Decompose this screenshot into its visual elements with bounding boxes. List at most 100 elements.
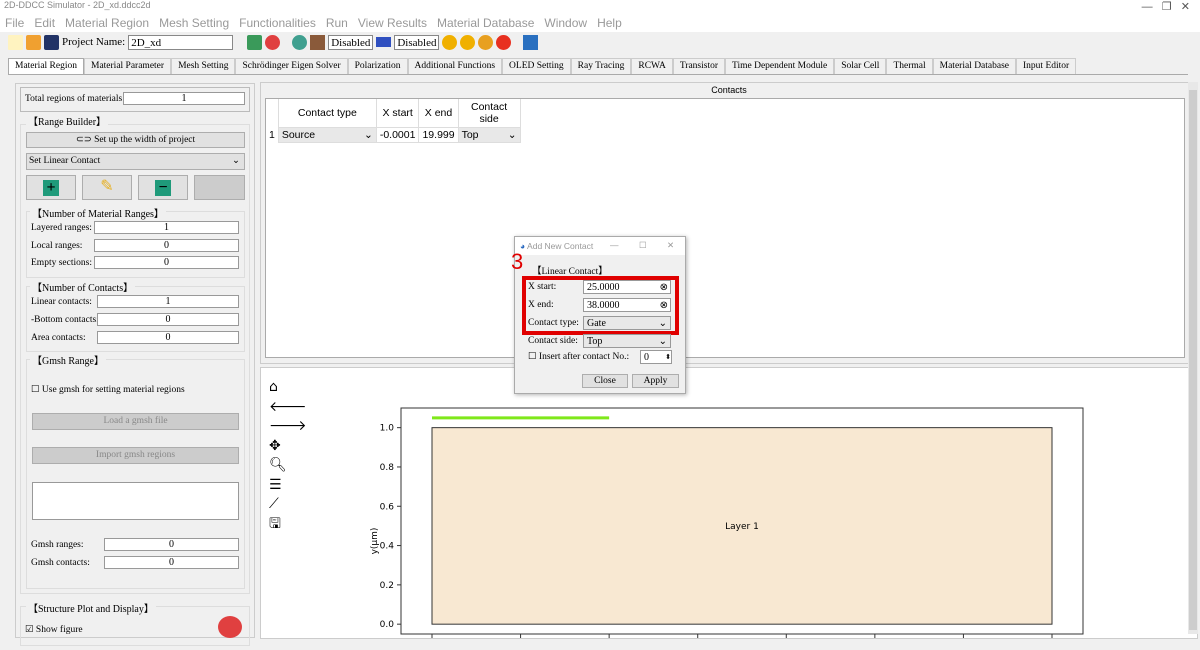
area-contacts-field[interactable]: 0	[97, 331, 239, 344]
vertical-scrollbar[interactable]	[1188, 82, 1198, 634]
dialog-close-icon[interactable]: ✕	[667, 240, 674, 251]
dialog-titlebar: ◕ Add New Contact — ☐ ✕	[515, 237, 685, 255]
remove-button[interactable]: −	[138, 175, 188, 200]
insert-after-spinbox[interactable]: 0 ⬍	[640, 350, 672, 364]
row-x-start[interactable]: -0.0001	[375, 127, 420, 143]
show-figure-checkbox[interactable]: ☑ Show figure	[25, 624, 83, 635]
menu-view-results[interactable]: View Results	[358, 16, 427, 30]
x-start-input[interactable]: 25.0000 ⊗	[583, 280, 671, 294]
y-tick-label: 0.4	[380, 542, 395, 552]
tab-additional-functions[interactable]: Additional Functions	[407, 58, 503, 74]
add-new-contact-dialog: ◕ Add New Contact — ☐ ✕ 3 【Linear Contact】…	[511, 236, 686, 394]
layered-ranges-label: Layered ranges:	[31, 223, 92, 233]
gmsh-contacts-field[interactable]: 0	[104, 556, 239, 569]
settings-wheel-icon[interactable]	[292, 34, 308, 50]
gmsh-list[interactable]	[32, 482, 239, 520]
run-batch-icon[interactable]	[478, 34, 494, 50]
menu-functionalities[interactable]: Functionalities	[239, 16, 316, 30]
contact-type-select[interactable]: Set Linear Contact ⌄	[26, 153, 245, 170]
empty-sections-field[interactable]: 0	[94, 256, 239, 269]
mesh-view-icon[interactable]	[247, 34, 263, 50]
tab-material-parameter[interactable]: Material Parameter	[84, 58, 172, 74]
x-end-input[interactable]: 38.0000 ⊗	[583, 298, 671, 312]
plot-panel: ⌂ 🡐 🡒 ✥ 🔍︎ ☰ ⟋ 🖫 Layer 10102030405060700…	[260, 367, 1198, 639]
row-x-end[interactable]: 19.999	[418, 127, 459, 143]
menu-file[interactable]: File	[5, 16, 24, 30]
menu-mesh-setting[interactable]: Mesh Setting	[159, 16, 229, 30]
mode2-select[interactable]: Disabled	[394, 34, 440, 50]
minimize-button[interactable]: —	[610, 240, 619, 250]
gmsh-checkbox-label: Use gmsh for setting material regions	[41, 385, 185, 395]
row-contact-side[interactable]: Top ⌄	[457, 127, 521, 143]
title-bar: 2D-DDCC Simulator - 2D_xd.ddcc2d — ❐ ✕	[0, 0, 1200, 14]
menu-run[interactable]: Run	[326, 16, 348, 30]
row-number: 1	[269, 129, 275, 141]
tab-oled-setting[interactable]: OLED Setting	[502, 58, 571, 74]
contact-type-dropdown[interactable]: Gate ⌄	[583, 316, 671, 330]
mode1-select[interactable]: Disabled	[328, 34, 374, 50]
tab-thermal[interactable]: Thermal	[886, 58, 933, 74]
tab-schrodinger[interactable]: Schrödinger Eigen Solver	[235, 58, 348, 74]
add-button[interactable]: +	[26, 175, 76, 200]
tab-ray-tracing[interactable]: Ray Tracing	[570, 58, 632, 74]
close-button[interactable]: Close	[582, 374, 628, 388]
save-icon[interactable]	[44, 34, 59, 50]
y-tick-label: 0.8	[380, 463, 395, 473]
fast-forward-icon[interactable]	[460, 34, 476, 50]
new-file-icon[interactable]	[8, 34, 23, 50]
folder-button[interactable]	[194, 175, 245, 200]
tab-input-editor[interactable]: Input Editor	[1016, 58, 1077, 74]
contact-side-dropdown[interactable]: Top ⌄	[583, 334, 671, 348]
menu-material-region[interactable]: Material Region	[65, 16, 149, 30]
local-ranges-field[interactable]: 0	[94, 239, 239, 252]
refresh-plot-icon[interactable]	[218, 616, 242, 638]
clear-icon: ⊗	[659, 282, 668, 293]
maximize-button[interactable]: ☐	[639, 240, 647, 251]
load-gmsh-button[interactable]: Load a gmsh file	[32, 413, 239, 430]
chart-icon[interactable]	[523, 34, 539, 50]
layer-label: Layer 1	[725, 522, 759, 532]
list-icon[interactable]	[376, 37, 392, 47]
gmsh-checkbox[interactable]: ☐ Use gmsh for setting material regions	[31, 384, 185, 395]
edit-button[interactable]: ✎	[82, 175, 132, 200]
header-contact-side: Contact side	[458, 99, 521, 128]
menu-material-database[interactable]: Material Database	[437, 16, 534, 30]
menu-edit[interactable]: Edit	[34, 16, 55, 30]
tab-mesh-setting[interactable]: Mesh Setting	[171, 58, 236, 74]
bottom-contacts-field[interactable]: 0	[97, 313, 239, 326]
tab-polarization[interactable]: Polarization	[347, 58, 408, 74]
open-folder-icon[interactable]	[26, 34, 41, 50]
project-name-label: Project Name:	[62, 36, 126, 48]
layered-ranges-field[interactable]: 1	[94, 221, 239, 234]
table-row[interactable]: 1 Source ⌄ -0.0001 19.999 Top ⌄	[266, 127, 521, 143]
project-name-input[interactable]: 2D_xd	[128, 34, 234, 50]
tab-material-region[interactable]: Material Region	[8, 58, 84, 74]
import-gmsh-button[interactable]: Import gmsh regions	[32, 447, 239, 464]
apply-button[interactable]: Apply	[632, 374, 679, 388]
linear-contacts-field[interactable]: 1	[97, 295, 239, 308]
total-regions-field[interactable]: 1	[123, 92, 245, 105]
stop-icon[interactable]	[496, 34, 512, 50]
insert-after-checkbox[interactable]: ☐ Insert after contact No.:	[528, 351, 629, 362]
tab-material-database[interactable]: Material Database	[932, 58, 1017, 74]
contacts-count-title: 【Number of Contacts】	[30, 279, 136, 294]
row-contact-type[interactable]: Source ⌄	[277, 127, 377, 143]
bars-icon[interactable]	[310, 34, 326, 50]
contacts-table: Contact type X start X end Contact side 1 S…	[266, 99, 521, 143]
menu-help[interactable]: Help	[597, 16, 622, 30]
gmsh-ranges-field[interactable]: 0	[104, 538, 239, 551]
area-contacts-label: Area contacts:	[31, 333, 86, 343]
run-icon[interactable]	[442, 34, 458, 50]
setup-width-label: Set up the width of project	[94, 135, 196, 145]
tab-transistor[interactable]: Transistor	[672, 58, 726, 74]
y-axis-label: y(µm)	[370, 528, 380, 555]
setup-width-button[interactable]: ⊂⊃ Set up the width of project	[26, 132, 245, 148]
contacts-table-area: Contact type X start X end Contact side 1 S…	[265, 98, 1185, 358]
window-controls[interactable]: — ❐ ✕	[1142, 0, 1190, 13]
tab-time-dependent[interactable]: Time Dependent Module	[725, 58, 835, 74]
refresh-icon[interactable]	[265, 34, 281, 50]
tab-rcwa[interactable]: RCWA	[631, 58, 673, 74]
tab-solar-cell[interactable]: Solar Cell	[834, 58, 887, 74]
range-builder-title: 【Range Builder】	[26, 113, 109, 128]
menu-window[interactable]: Window	[544, 16, 587, 30]
